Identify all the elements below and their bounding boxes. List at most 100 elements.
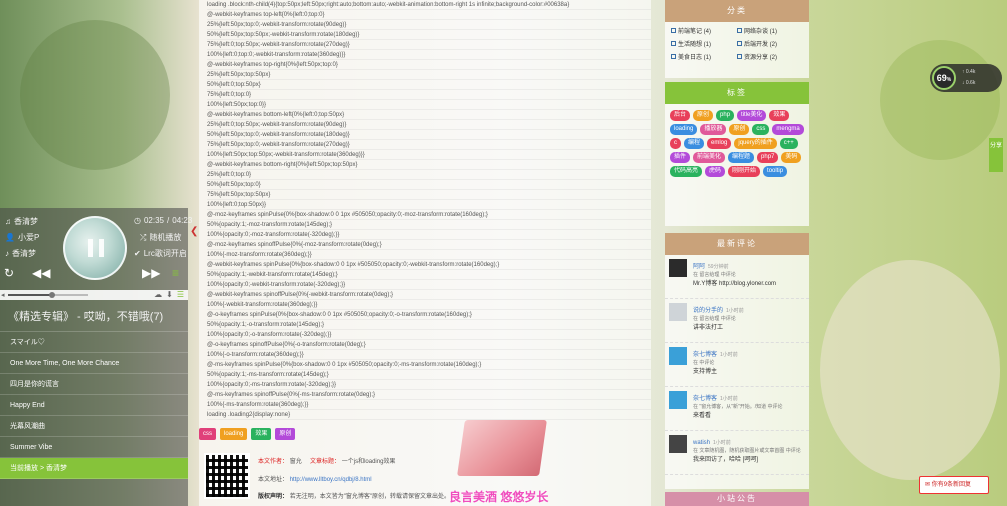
code-line: 25%{left:50px;top:0;-webkit-transform:ro… (207, 20, 651, 30)
article-title[interactable]: 一个js和loading效果 (342, 459, 396, 465)
avatar[interactable] (669, 391, 687, 409)
category-item[interactable]: 后端开发 (2) (737, 39, 803, 48)
lyric-toggle[interactable]: ✔ Lrc歌词开启 (134, 248, 187, 259)
menu-icon[interactable]: ≡ (172, 266, 179, 280)
tag-item[interactable]: 原创 (729, 124, 750, 135)
folder-icon (737, 41, 742, 46)
collapse-player-icon[interactable]: ❮ (190, 226, 198, 237)
track-item[interactable]: Happy End (0, 395, 188, 416)
tag-item[interactable]: emlog (707, 138, 732, 149)
list-icon[interactable]: ☰ (177, 290, 184, 299)
track-item[interactable]: スマイル♡ (0, 332, 188, 353)
comment-author[interactable]: 说的分手的 (693, 308, 723, 314)
article-url[interactable]: http://www.lltboy.cn/qdbj/8.html (290, 477, 372, 483)
tag-item[interactable]: mengma (772, 124, 804, 135)
track-item[interactable]: One More Time, One More Chance (0, 353, 188, 374)
article-tag[interactable]: 原创 (275, 428, 296, 440)
progress-track[interactable] (8, 292, 88, 298)
category-item[interactable]: 网络杂谈 (1) (737, 26, 803, 35)
site-slogan: 良言美酒 悠悠岁长 (449, 490, 549, 504)
tag-item[interactable]: 后台 (670, 110, 691, 121)
gauge-circle: 69% (932, 66, 956, 90)
tag-item[interactable]: 美码 (781, 152, 802, 163)
random-play-toggle[interactable]: ⤮ 随机播放 (140, 232, 181, 243)
tag-item[interactable]: 播放器 (700, 124, 727, 135)
tags-panel: 标签 后台 原创 php title美化 效果 loading 播放器 原创 css mengma… (665, 82, 809, 226)
tag-item[interactable]: tooltip (763, 166, 788, 177)
volume-icon[interactable]: ◂ (1, 291, 5, 299)
comment-author[interactable]: 奈七博客 (693, 352, 717, 358)
comment-author[interactable]: watish (693, 440, 710, 446)
tag-item[interactable]: loading (670, 124, 698, 135)
tag-item[interactable]: c++ (779, 138, 798, 149)
tag-item[interactable]: php (716, 110, 735, 121)
tag-item[interactable]: 效果 (769, 110, 790, 121)
track-item[interactable]: 光幕风潮曲 (0, 416, 188, 437)
category-item[interactable]: 美食日志 (1) (671, 52, 737, 61)
repeat-icon[interactable]: ↻ (4, 266, 14, 280)
code-line: 100%{left:0;top:50px}} (207, 200, 651, 210)
avatar[interactable] (669, 347, 687, 365)
comment-item[interactable]: 阿阿 59分钟前在 留言给理 中评论 Mr.Y博客 http://blog.ylon… (665, 255, 809, 299)
category-item[interactable]: 前端笔记 (4) (671, 26, 737, 35)
category-item[interactable]: 生活随想 (1) (671, 39, 737, 48)
article-tag[interactable]: css (199, 428, 216, 440)
tag-item[interactable]: php7 (757, 152, 779, 163)
previous-icon[interactable]: ◀◀ (32, 266, 50, 280)
tag-item[interactable]: css (752, 124, 770, 135)
comment-author[interactable]: 奈七博客 (693, 396, 717, 402)
qr-code (204, 453, 250, 499)
category-item[interactable]: 资源分享 (2) (737, 52, 803, 61)
tag-item[interactable]: jquery的插件 (734, 138, 777, 149)
shuffle-icon: ⤮ (140, 232, 147, 242)
avatar[interactable] (669, 435, 687, 453)
categories-panel: 分类 前端笔记 (4) 网络杂谈 (1) 生活随想 (1) 后端开发 (2) 美食日志 … (665, 0, 809, 78)
notification-toast[interactable]: ✉ 你有9条新回复 (919, 476, 989, 494)
share-tab[interactable]: 分享 (989, 138, 1003, 172)
code-line: @-webkit-keyframes bottom-left{0%{left:0… (207, 110, 651, 120)
tags-title: 标签 (665, 82, 809, 104)
progress-icons: ☁ ⬇ ☰ (154, 290, 184, 299)
tag-item[interactable]: 虎码 (705, 166, 726, 177)
url-label: 本文地址： (258, 477, 289, 483)
tag-item[interactable]: c (670, 138, 681, 149)
album-header[interactable]: 《精选专辑》 - 哎呦，不错哦(7) (0, 300, 188, 332)
track-item-current[interactable]: 当前播放 > 香清梦 (0, 458, 188, 479)
tag-item[interactable]: 编程题 (728, 152, 755, 163)
folder-icon (737, 28, 742, 33)
tag-item[interactable]: title美化 (737, 110, 767, 121)
author-name[interactable]: 窗允 (290, 459, 302, 465)
comment-author[interactable]: 阿阿 (693, 264, 705, 270)
code-line: 50%{opacity:1;-webkit-transform:rotate(1… (207, 270, 651, 280)
tag-item[interactable]: 插件 (670, 152, 691, 163)
comment-item[interactable]: 说的分手的 1小时前在 留言给理 中评论 讲非法打工 (665, 299, 809, 343)
avatar[interactable] (669, 303, 687, 321)
download-icon[interactable]: ⬇ (166, 290, 173, 299)
comment-item[interactable]: 奈七博客 1小时前在 "窗允博客，从"新"开始。/知道 中评论 来看看 (665, 387, 809, 431)
folder-icon (671, 41, 676, 46)
code-line: 75%{left:0;top:50px;-webkit-transform:ro… (207, 40, 651, 50)
track-item[interactable]: Summer Vibe (0, 437, 188, 458)
comment-item[interactable]: watish 1小时前在 文章随机图，随机获取图片或文章首图 中评论 我来回访了，哈… (665, 431, 809, 475)
tag-item[interactable]: 编程 (684, 138, 705, 149)
tag-item[interactable]: 前端美化 (693, 152, 726, 163)
tag-item[interactable]: 刚刚开始 (728, 166, 761, 177)
cloud-icon[interactable]: ☁ (154, 290, 162, 299)
track-item[interactable]: 四月是你的谎言 (0, 374, 188, 395)
code-line: 100%{-moz-transform:rotate(360deg);}} (207, 250, 651, 260)
comment-item[interactable]: 奈七博客 1小时前在 中评论 支持博主 (665, 343, 809, 387)
avatar[interactable] (669, 259, 687, 277)
comment-text: 来看看 (693, 413, 712, 419)
tag-item[interactable]: 代码高亮 (670, 166, 703, 177)
memory-gauge[interactable]: 69% ↑ 0.4k ↓ 0.6k (930, 64, 1002, 92)
progress-knob[interactable] (49, 292, 55, 298)
article-tag[interactable]: 效果 (251, 428, 272, 440)
progress-bar[interactable]: ◂ ☁ ⬇ ☰ (0, 290, 188, 300)
code-line: 100%{-o-transform:rotate(360deg);}} (207, 350, 651, 360)
album-row: ♪ 香清梦 (5, 248, 36, 259)
next-icon[interactable]: ▶▶ (142, 266, 160, 280)
pause-icon[interactable] (88, 239, 104, 257)
right-sidebar: 分类 前端笔记 (4) 网络杂谈 (1) 生活随想 (1) 后端开发 (2) 美食日志 … (665, 0, 809, 506)
article-tag[interactable]: loading (220, 428, 248, 440)
tag-item[interactable]: 原创 (693, 110, 714, 121)
